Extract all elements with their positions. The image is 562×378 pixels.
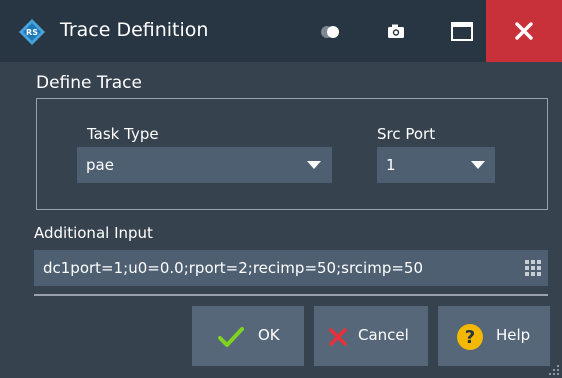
task-type-value: pae xyxy=(86,156,114,174)
checkmark-icon xyxy=(218,327,244,347)
cancel-button[interactable]: Cancel xyxy=(314,306,428,366)
question-icon: ? xyxy=(457,324,483,350)
help-label: Help xyxy=(496,326,531,344)
window-title: Trace Definition xyxy=(60,19,209,41)
define-trace-group: Task Type pae Src Port 1 xyxy=(36,98,548,210)
svg-text:?: ? xyxy=(465,327,475,348)
src-port-dropdown[interactable]: 1 xyxy=(377,147,495,183)
chevron-down-icon xyxy=(471,161,485,169)
resize-grip-icon[interactable] xyxy=(548,364,560,376)
src-port-label: Src Port xyxy=(377,125,436,143)
rs-logo-icon: RS xyxy=(19,19,45,45)
keyboard-icon[interactable] xyxy=(524,259,542,277)
ok-label: OK xyxy=(258,326,280,344)
separator xyxy=(34,294,548,296)
title-bar[interactable]: RS Trace Definition xyxy=(0,0,562,62)
help-button[interactable]: ? Help xyxy=(438,306,550,366)
svg-text:RS: RS xyxy=(26,28,38,37)
cancel-label: Cancel xyxy=(358,326,409,344)
trace-definition-dialog: RS Trace Definition Define Trace Task Ty… xyxy=(0,0,562,378)
additional-input-label: Additional Input xyxy=(34,224,153,242)
close-button[interactable] xyxy=(486,0,562,62)
define-trace-heading: Define Trace xyxy=(36,73,142,93)
chevron-down-icon xyxy=(307,161,321,169)
src-port-value: 1 xyxy=(386,156,396,174)
x-icon xyxy=(329,328,347,346)
additional-input-field[interactable] xyxy=(34,250,548,286)
close-icon xyxy=(515,22,533,40)
task-type-dropdown[interactable]: pae xyxy=(77,147,332,183)
ok-button[interactable]: OK xyxy=(192,306,304,366)
maximize-icon[interactable] xyxy=(448,18,476,46)
task-type-label: Task Type xyxy=(87,125,159,143)
transparency-toggle-icon[interactable] xyxy=(316,18,344,46)
camera-icon[interactable] xyxy=(382,18,410,46)
additional-input-text[interactable] xyxy=(34,250,514,286)
